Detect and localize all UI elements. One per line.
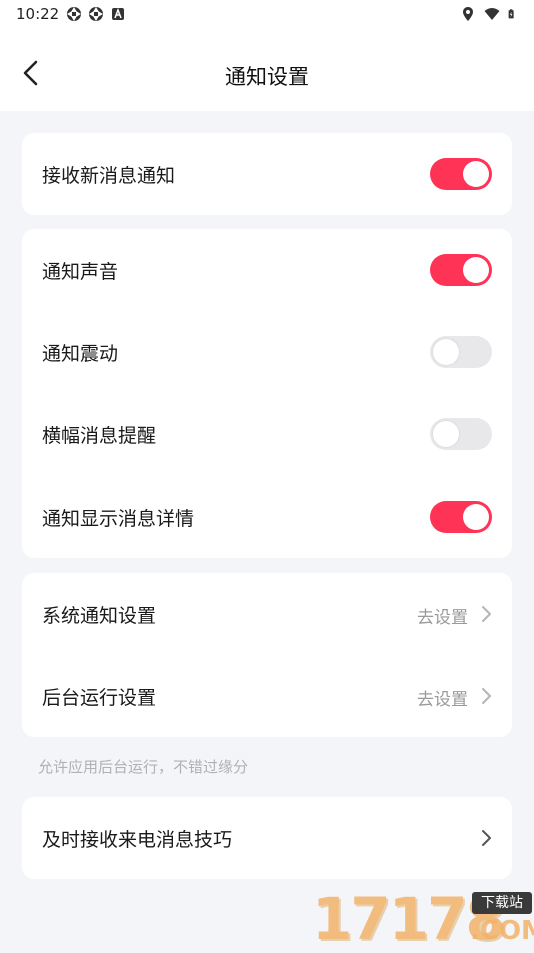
setting-row-notification-sound: 通知声音 — [22, 229, 512, 311]
watermark-logo: 17178 下载站 .COM — [312, 888, 534, 950]
chevron-right-icon — [482, 688, 491, 704]
card-tips: 及时接收来电消息技巧 — [22, 797, 512, 879]
nav-row-call-message-tips[interactable]: 及时接收来电消息技巧 — [22, 797, 512, 879]
page-title: 通知设置 — [225, 65, 309, 89]
status-icons-right — [460, 6, 518, 22]
wifi-icon — [484, 8, 500, 20]
header: 通知设置 — [0, 30, 534, 111]
row-label: 通知显示消息详情 — [42, 508, 195, 530]
row-label: 后台运行设置 — [42, 687, 157, 709]
setting-row-show-message-details: 通知显示消息详情 — [22, 476, 512, 558]
chevron-right-icon — [482, 830, 491, 846]
row-label: 接收新消息通知 — [42, 165, 176, 187]
toggle-knob — [433, 339, 459, 365]
toggle-knob — [463, 161, 489, 187]
go-settings-link[interactable]: 去设置 — [417, 685, 468, 710]
a-badge-icon — [112, 7, 124, 20]
row-label: 通知震动 — [42, 343, 119, 365]
row-label: 系统通知设置 — [42, 605, 157, 627]
hint-text: 允许应用后台运行，不错过缘分 — [38, 758, 249, 776]
aperture-icon — [67, 7, 81, 21]
watermark-badge: 下载站 — [472, 892, 532, 914]
nav-row-background-run-settings[interactable]: 后台运行设置 去设置 — [22, 655, 512, 737]
card-notification-options: 通知声音 通知震动 横幅消息提醒 通知显示消息详情 — [22, 229, 512, 558]
toggle-knob — [433, 421, 459, 447]
card-system-settings: 系统通知设置 去设置 后台运行设置 去设置 — [22, 573, 512, 737]
status-time: 10:22 — [16, 5, 60, 23]
setting-row-banner-reminder: 横幅消息提醒 — [22, 393, 512, 475]
status-bar: 10:22 — [0, 0, 534, 30]
go-settings-link[interactable]: 去设置 — [417, 603, 468, 628]
row-label: 通知声音 — [42, 261, 119, 283]
toggle-receive-new-message[interactable] — [430, 158, 492, 190]
toggle-knob — [463, 504, 489, 530]
setting-row-receive-new-message: 接收新消息通知 — [22, 133, 512, 215]
toggle-show-message-details[interactable] — [430, 501, 492, 533]
watermark-suffix: .COM — [470, 916, 534, 946]
location-icon — [463, 7, 473, 21]
battery-charging-icon — [508, 9, 514, 19]
status-icons-left — [66, 6, 126, 22]
row-label: 横幅消息提醒 — [42, 425, 157, 447]
row-label: 及时接收来电消息技巧 — [42, 829, 233, 851]
toggle-notification-sound[interactable] — [430, 254, 492, 286]
toggle-knob — [463, 257, 489, 283]
card-new-message: 接收新消息通知 — [22, 133, 512, 215]
nav-row-system-notification-settings[interactable]: 系统通知设置 去设置 — [22, 573, 512, 655]
setting-row-notification-vibration: 通知震动 — [22, 311, 512, 393]
aperture-icon — [89, 7, 103, 21]
chevron-right-icon — [482, 606, 491, 622]
toggle-notification-vibration[interactable] — [430, 336, 492, 368]
toggle-banner-reminder[interactable] — [430, 418, 492, 450]
